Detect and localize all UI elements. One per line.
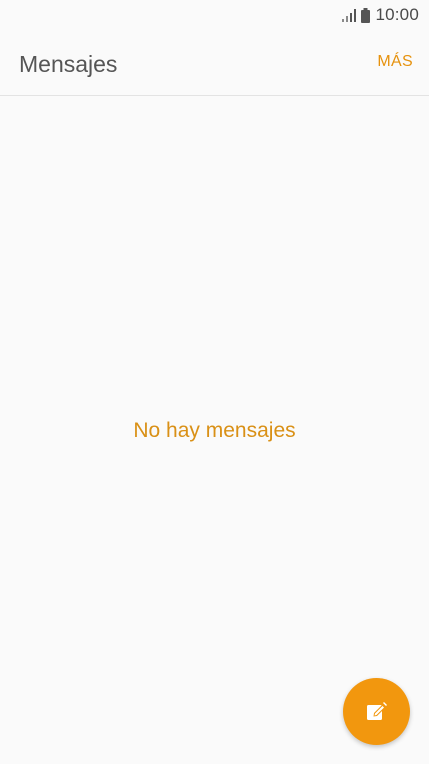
compose-icon: [366, 701, 388, 723]
status-bar: 10:00: [0, 0, 429, 30]
battery-icon: [361, 7, 371, 23]
signal-icon: [341, 8, 357, 22]
compose-button[interactable]: [343, 678, 410, 745]
page-title: Mensajes: [19, 51, 118, 77]
app-bar: Mensajes MÁS: [0, 30, 429, 96]
more-button[interactable]: MÁS: [377, 53, 413, 71]
empty-state-message: No hay mensajes: [133, 419, 296, 442]
status-time: 10:00: [375, 5, 419, 24]
